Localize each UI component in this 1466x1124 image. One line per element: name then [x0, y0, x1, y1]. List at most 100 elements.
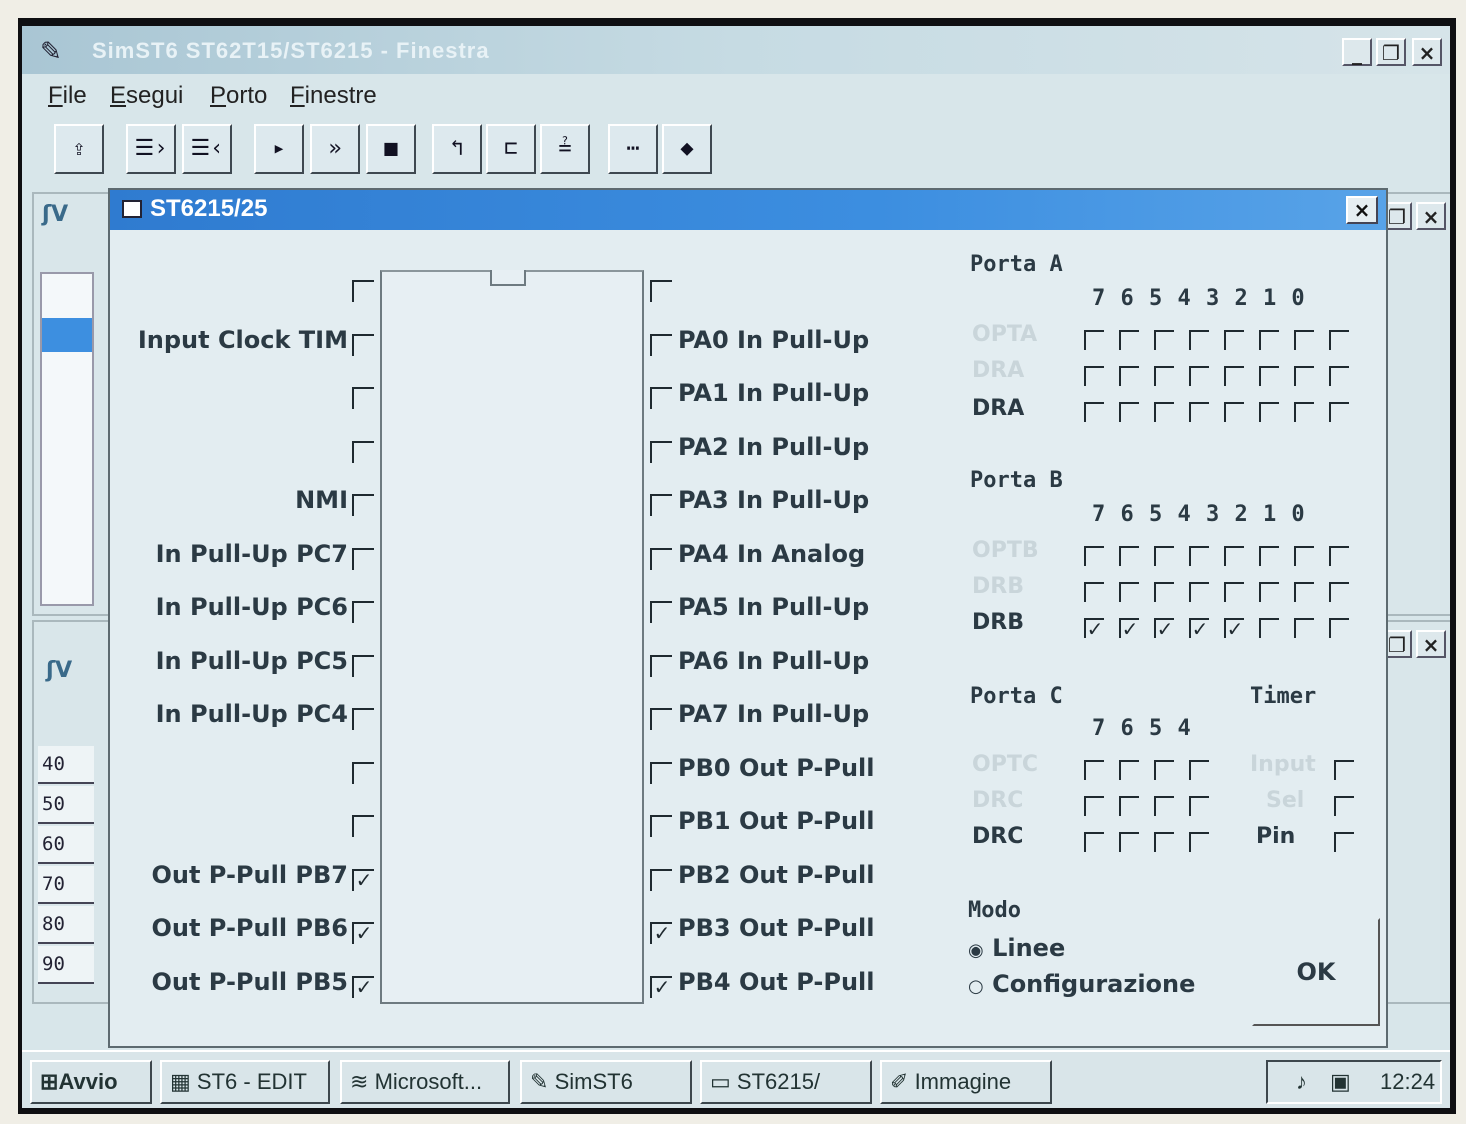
porta-b-bit-checkbox[interactable]: [1189, 582, 1209, 602]
porta-a-bit-checkbox[interactable]: [1154, 402, 1174, 422]
porta-b-bit-checkbox[interactable]: [1084, 546, 1104, 566]
left-pin-checkbox[interactable]: [352, 440, 374, 463]
porta-a-bit-checkbox[interactable]: [1329, 366, 1349, 386]
porta-b-bit-checkbox[interactable]: [1154, 546, 1174, 566]
run-icon[interactable]: ▸: [254, 124, 304, 174]
porta-a-bit-checkbox[interactable]: [1154, 366, 1174, 386]
left-pin-checkbox[interactable]: [352, 601, 374, 623]
network-icon[interactable]: ▣: [1330, 1062, 1351, 1102]
porta-b-bit-checkbox[interactable]: [1329, 546, 1349, 566]
porta-b-bit-checkbox[interactable]: [1189, 546, 1209, 566]
porta-a-bit-checkbox[interactable]: [1084, 366, 1104, 386]
fast-run-icon[interactable]: »: [310, 124, 360, 174]
right-pin-checkbox[interactable]: [650, 333, 672, 356]
porta-b-bit-checkbox[interactable]: [1259, 546, 1279, 566]
porta-b-bit-checkbox[interactable]: [1329, 582, 1349, 602]
porta-a-bit-checkbox[interactable]: [1084, 330, 1104, 350]
bg-close-button-2[interactable]: ×: [1416, 630, 1446, 658]
start-button[interactable]: ⊞Avvio: [30, 1060, 152, 1104]
left-pin-checkbox[interactable]: [352, 708, 374, 730]
dialog-close-button[interactable]: ×: [1346, 196, 1378, 224]
left-pin-checkbox[interactable]: [352, 387, 374, 409]
right-pin-checkbox[interactable]: [650, 494, 672, 516]
stop-icon[interactable]: ■: [366, 124, 416, 174]
ok-button[interactable]: OK: [1252, 918, 1380, 1026]
menu-file[interactable]: File: [48, 82, 87, 110]
porta-a-bit-checkbox[interactable]: [1294, 330, 1314, 350]
porta-b-bit-checkbox[interactable]: [1119, 582, 1139, 602]
porta-b-bit-checkbox[interactable]: [1119, 546, 1139, 566]
porta-b-bit-checkbox[interactable]: [1259, 618, 1279, 638]
right-pin-checkbox[interactable]: [650, 440, 672, 463]
porta-b-bit-checkbox[interactable]: [1294, 546, 1314, 566]
left-pin-checkbox[interactable]: [352, 761, 374, 784]
porta-a-bit-checkbox[interactable]: [1154, 330, 1174, 350]
porta-a-bit-checkbox[interactable]: [1119, 330, 1139, 350]
radio-configurazione[interactable]: ○ Configurazione: [968, 970, 1195, 998]
right-pin-checkbox[interactable]: ✓: [650, 975, 672, 998]
timer-input-checkbox[interactable]: [1334, 760, 1354, 780]
porta-b-bit-checkbox[interactable]: [1294, 582, 1314, 602]
porta-b-bit-checkbox[interactable]: [1224, 546, 1244, 566]
right-pin-checkbox[interactable]: [650, 547, 672, 570]
right-pin-checkbox[interactable]: [650, 387, 672, 409]
timer-sel-checkbox[interactable]: [1334, 796, 1354, 816]
task-st6-edit[interactable]: ▦ ST6 - EDIT: [160, 1060, 330, 1104]
dialog-title-bar[interactable]: ST6215/25 ×: [110, 190, 1386, 230]
porta-a-bit-checkbox[interactable]: [1294, 402, 1314, 422]
right-pin-checkbox[interactable]: [650, 280, 672, 302]
open-icon[interactable]: ⇪: [54, 124, 104, 174]
porta-b-bit-checkbox[interactable]: ✓: [1084, 618, 1104, 639]
breakpoint-icon[interactable]: ◆: [662, 124, 712, 174]
port-icon[interactable]: ≟: [540, 124, 590, 174]
step-out-icon[interactable]: ☰‹: [182, 124, 232, 174]
porta-a-bit-checkbox[interactable]: [1189, 330, 1209, 350]
porta-c-bit-checkbox[interactable]: [1119, 796, 1139, 816]
porta-b-bit-checkbox[interactable]: [1154, 582, 1174, 602]
menu-porto[interactable]: Porto: [210, 82, 267, 110]
porta-a-bit-checkbox[interactable]: [1259, 330, 1279, 350]
porta-b-bit-checkbox[interactable]: [1329, 618, 1349, 638]
task-immagine[interactable]: ✐ Immagine: [880, 1060, 1052, 1104]
porta-a-bit-checkbox[interactable]: [1224, 402, 1244, 422]
maximize-button[interactable]: ❐: [1376, 38, 1406, 66]
task-st6215[interactable]: ▭ ST6215/: [700, 1060, 872, 1104]
porta-a-bit-checkbox[interactable]: [1189, 402, 1209, 422]
right-pin-checkbox[interactable]: [650, 868, 672, 891]
porta-c-bit-checkbox[interactable]: [1154, 832, 1174, 852]
porta-a-bit-checkbox[interactable]: [1329, 402, 1349, 422]
porta-b-bit-checkbox[interactable]: [1084, 582, 1104, 602]
step-into-icon[interactable]: ☰›: [126, 124, 176, 174]
reg-icon[interactable]: ↰: [432, 124, 482, 174]
porta-b-bit-checkbox[interactable]: ✓: [1189, 618, 1209, 639]
porta-c-bit-checkbox[interactable]: [1154, 796, 1174, 816]
porta-b-bit-checkbox[interactable]: [1259, 582, 1279, 602]
porta-b-bit-checkbox[interactable]: ✓: [1119, 618, 1139, 639]
menu-finestre[interactable]: Finestre: [290, 82, 377, 110]
task-simst6[interactable]: ✎ SimST6: [520, 1060, 692, 1104]
right-pin-checkbox[interactable]: [650, 654, 672, 677]
bg-close-button[interactable]: ×: [1416, 202, 1446, 230]
porta-b-bit-checkbox[interactable]: ✓: [1224, 618, 1244, 639]
left-pin-checkbox[interactable]: [352, 547, 374, 570]
porta-a-bit-checkbox[interactable]: [1189, 366, 1209, 386]
porta-c-bit-checkbox[interactable]: [1189, 796, 1209, 816]
left-pin-checkbox[interactable]: [352, 654, 374, 677]
porta-b-bit-checkbox[interactable]: [1294, 618, 1314, 638]
porta-c-bit-checkbox[interactable]: [1084, 832, 1104, 852]
task-microsoft[interactable]: ≋ Microsoft...: [340, 1060, 510, 1104]
left-pin-checkbox[interactable]: [352, 333, 374, 356]
porta-a-bit-checkbox[interactable]: [1329, 330, 1349, 350]
mem-icon[interactable]: ⊏: [486, 124, 536, 174]
porta-c-bit-checkbox[interactable]: [1189, 832, 1209, 852]
porta-c-bit-checkbox[interactable]: [1119, 832, 1139, 852]
trace-icon[interactable]: ⋯: [608, 124, 658, 174]
porta-c-bit-checkbox[interactable]: [1084, 796, 1104, 816]
porta-c-bit-checkbox[interactable]: [1084, 760, 1104, 780]
porta-a-bit-checkbox[interactable]: [1084, 402, 1104, 422]
porta-b-bit-checkbox[interactable]: ✓: [1154, 618, 1174, 639]
porta-a-bit-checkbox[interactable]: [1119, 366, 1139, 386]
porta-a-bit-checkbox[interactable]: [1119, 402, 1139, 422]
right-pin-checkbox[interactable]: [650, 815, 672, 837]
right-pin-checkbox[interactable]: [650, 708, 672, 730]
